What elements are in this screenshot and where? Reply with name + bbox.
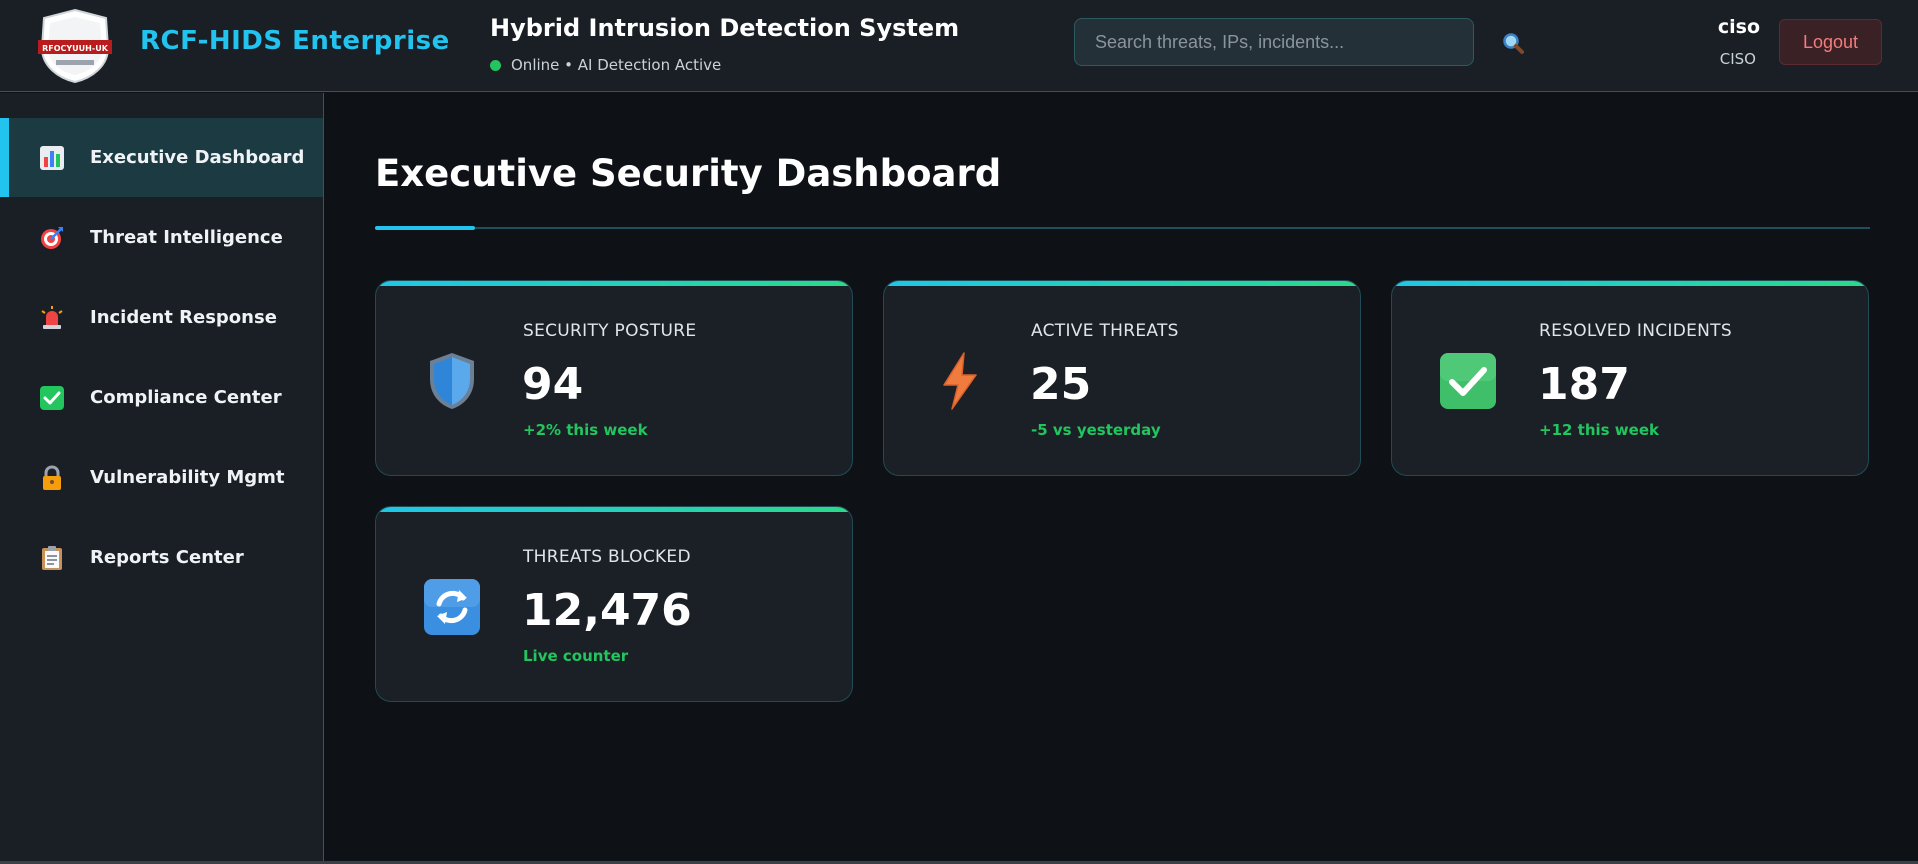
kpi-card-active-threats[interactable]: ACTIVE THREATS 25 -5 vs yesterday <box>883 280 1361 476</box>
card-delta: +12 this week <box>1539 421 1659 439</box>
card-label: RESOLVED INCIDENTS <box>1539 321 1732 341</box>
refresh-icon <box>422 577 482 637</box>
lightning-icon <box>930 351 990 411</box>
card-accent-bar <box>1392 281 1868 286</box>
card-value: 187 <box>1538 359 1630 410</box>
logout-button[interactable]: Logout <box>1779 19 1882 65</box>
lock-icon <box>38 464 66 492</box>
sidebar: Executive Dashboard Threat Intelligence … <box>0 93 324 864</box>
card-accent-bar <box>376 507 852 512</box>
logo: RFOCYUUH-UK <box>36 8 114 84</box>
sidebar-item-reports-center[interactable]: Reports Center <box>0 518 323 597</box>
bar-chart-icon <box>38 144 66 172</box>
page-title: Executive Security Dashboard <box>375 152 1002 195</box>
sidebar-item-label: Vulnerability Mgmt <box>90 467 285 488</box>
logo-text: RFOCYUUH-UK <box>42 44 109 53</box>
search-input[interactable] <box>1074 18 1474 66</box>
card-label: ACTIVE THREATS <box>1031 321 1179 341</box>
sidebar-item-incident-response[interactable]: Incident Response <box>0 278 323 357</box>
user-name: ciso <box>1717 16 1760 38</box>
card-accent-bar <box>884 281 1360 286</box>
shield-icon <box>422 351 482 411</box>
card-accent-bar <box>376 281 852 286</box>
kpi-card-threats-blocked[interactable]: THREATS BLOCKED 12,476 Live counter <box>375 506 853 702</box>
sidebar-item-threat-intelligence[interactable]: Threat Intelligence <box>0 198 323 277</box>
system-status: Online • AI Detection Active <box>490 56 721 74</box>
status-text: Online • AI Detection Active <box>511 56 722 74</box>
siren-icon <box>38 304 66 332</box>
card-delta: -5 vs yesterday <box>1031 421 1161 439</box>
sidebar-item-executive-dashboard[interactable]: Executive Dashboard <box>0 118 323 197</box>
sidebar-item-label: Incident Response <box>90 307 277 328</box>
brand-name: RCF-HIDS Enterprise <box>140 26 450 56</box>
sidebar-item-vulnerability-mgmt[interactable]: Vulnerability Mgmt <box>0 438 323 517</box>
card-label: SECURITY POSTURE <box>523 321 697 341</box>
card-delta: Live counter <box>523 647 629 665</box>
title-divider <box>375 227 1870 229</box>
card-label: THREATS BLOCKED <box>523 547 691 567</box>
sidebar-item-label: Reports Center <box>90 547 244 568</box>
check-mark-icon <box>1438 351 1498 411</box>
online-status-dot <box>490 59 501 71</box>
system-title: Hybrid Intrusion Detection System <box>490 14 960 42</box>
clipboard-icon <box>38 544 66 572</box>
check-box-icon <box>38 384 66 412</box>
sidebar-item-label: Executive Dashboard <box>90 147 305 168</box>
sidebar-item-label: Threat Intelligence <box>90 227 283 248</box>
card-value: 12,476 <box>522 585 692 636</box>
kpi-card-security-posture[interactable]: SECURITY POSTURE 94 +2% this week <box>375 280 853 476</box>
sidebar-item-label: Compliance Center <box>90 387 282 408</box>
card-value: 94 <box>522 359 584 410</box>
target-icon <box>38 224 66 252</box>
card-value: 25 <box>1030 359 1092 410</box>
card-delta: +2% this week <box>523 421 648 439</box>
title-divider-accent <box>375 226 475 230</box>
sidebar-item-compliance-center[interactable]: Compliance Center <box>0 358 323 437</box>
top-header: RFOCYUUH-UK RCF-HIDS Enterprise Hybrid I… <box>0 0 1918 92</box>
kpi-card-resolved-incidents[interactable]: RESOLVED INCIDENTS 187 +12 this week <box>1391 280 1869 476</box>
user-role: CISO <box>1719 50 1756 68</box>
search-icon[interactable] <box>1498 28 1528 58</box>
